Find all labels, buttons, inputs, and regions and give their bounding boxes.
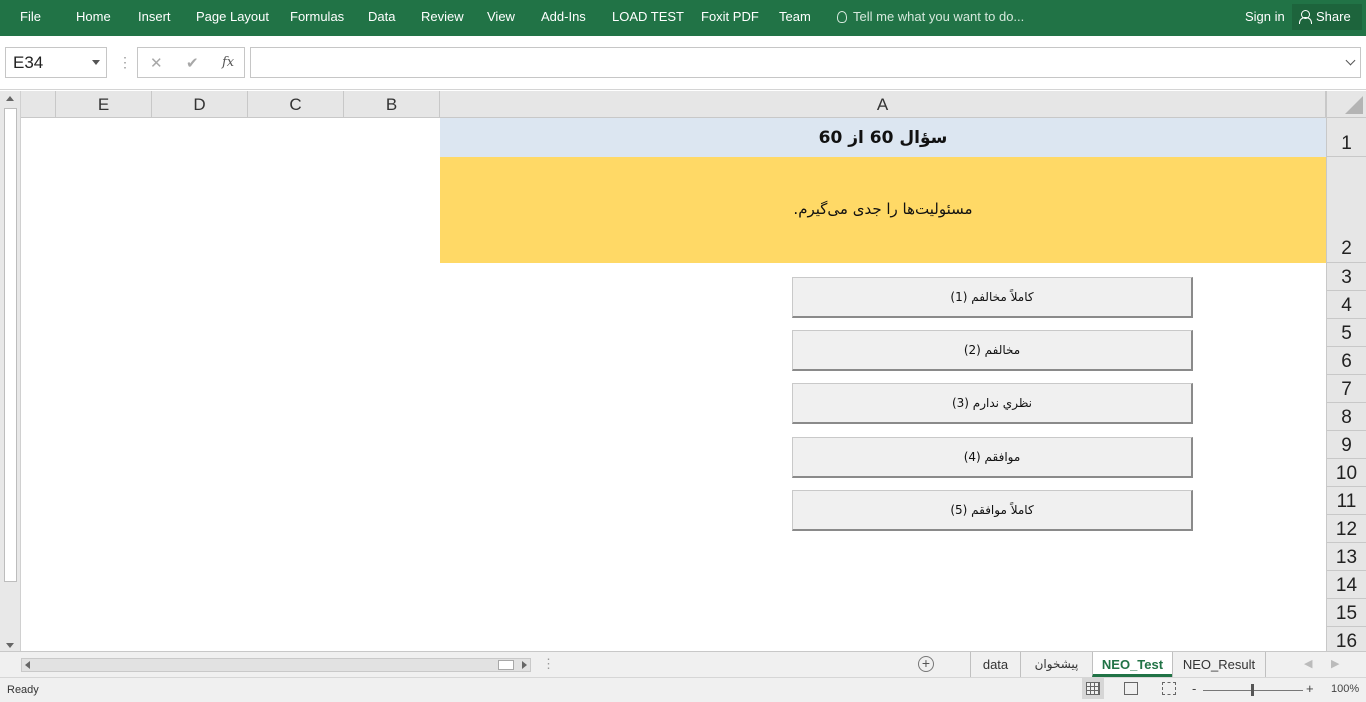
- zoom-level[interactable]: 100%: [1331, 683, 1359, 695]
- sheet-tab-bar: ⋮ + data پیشخوان NEO_Test NEO_Result ◀ ▶: [0, 651, 1366, 677]
- column-header-e[interactable]: E: [56, 91, 152, 118]
- scroll-left-icon[interactable]: [25, 661, 30, 669]
- ribbon-tab-bar: File Home Insert Page Layout Formulas Da…: [0, 0, 1366, 36]
- row-header-11[interactable]: 11: [1326, 487, 1366, 515]
- row-header-4[interactable]: 4: [1326, 291, 1366, 319]
- select-all-corner[interactable]: [1326, 91, 1366, 118]
- name-box[interactable]: E34: [5, 47, 107, 78]
- answer-button-3[interactable]: نظري ندارم (3): [792, 383, 1193, 424]
- scroll-right-icon[interactable]: [522, 661, 527, 669]
- horizontal-scroll-thumb[interactable]: [498, 660, 514, 670]
- question-counter-cell[interactable]: سؤال 60 از 60: [440, 118, 1326, 157]
- person-icon: [1299, 10, 1312, 24]
- tab-file[interactable]: File: [20, 9, 41, 24]
- row-header-3[interactable]: 3: [1326, 263, 1366, 291]
- column-header-c[interactable]: C: [248, 91, 344, 118]
- zoom-in-icon[interactable]: +: [1306, 681, 1314, 696]
- worksheet-grid[interactable]: E D C B A 1 2 3 4 5 6 7 8 9 10 11 12 13 …: [0, 91, 1366, 652]
- tab-home[interactable]: Home: [76, 9, 111, 24]
- row-header-14[interactable]: 14: [1326, 571, 1366, 599]
- column-header-d[interactable]: D: [152, 91, 248, 118]
- fx-icon[interactable]: fx: [222, 55, 234, 70]
- answer-button-4[interactable]: موافقم (4): [792, 437, 1193, 478]
- scroll-down-icon[interactable]: [6, 643, 14, 648]
- chevron-down-icon[interactable]: [92, 60, 100, 65]
- sheet-tab-dashboard[interactable]: پیشخوان: [1020, 652, 1092, 677]
- formula-bar-splitter[interactable]: ⋮: [118, 54, 132, 71]
- tab-scroll-left-icon[interactable]: ◀: [1304, 657, 1312, 670]
- tab-team[interactable]: Team: [779, 9, 811, 24]
- column-header-blank: [21, 91, 56, 118]
- row-header-6[interactable]: 6: [1326, 347, 1366, 375]
- tell-me-box[interactable]: Tell me what you want to do...: [837, 9, 1024, 24]
- expand-formula-icon[interactable]: [1345, 55, 1356, 66]
- name-box-value: E34: [13, 53, 44, 72]
- tab-view[interactable]: View: [487, 9, 515, 24]
- tab-review[interactable]: Review: [421, 9, 464, 24]
- page-break-view-icon[interactable]: [1162, 682, 1176, 695]
- row-header-7[interactable]: 7: [1326, 375, 1366, 403]
- zoom-slider-knob[interactable]: [1251, 684, 1254, 696]
- question-text-cell[interactable]: مسئولیت‌ها را جدی می‌گیرم.: [440, 157, 1326, 263]
- formula-bar: E34 ⋮ ✕ ✔ fx: [0, 36, 1366, 90]
- row-header-1[interactable]: 1: [1326, 118, 1366, 157]
- tab-foxit-pdf[interactable]: Foxit PDF: [701, 9, 759, 24]
- select-all-triangle-icon: [1345, 96, 1363, 114]
- tab-data[interactable]: Data: [368, 9, 395, 24]
- horizontal-scrollbar[interactable]: [21, 658, 531, 672]
- column-header-a[interactable]: A: [440, 91, 1326, 118]
- row-header-8[interactable]: 8: [1326, 403, 1366, 431]
- tab-scroll-right-icon[interactable]: ▶: [1331, 657, 1339, 670]
- sign-in-link[interactable]: Sign in: [1245, 9, 1285, 24]
- tell-me-text: Tell me what you want to do...: [853, 9, 1025, 24]
- tab-load-test[interactable]: LOAD TEST: [612, 9, 684, 24]
- answer-button-2[interactable]: مخالفم (2): [792, 330, 1193, 371]
- row-header-10[interactable]: 10: [1326, 459, 1366, 487]
- row-header-9[interactable]: 9: [1326, 431, 1366, 459]
- scroll-up-icon[interactable]: [6, 96, 14, 101]
- tab-page-layout[interactable]: Page Layout: [196, 9, 269, 24]
- normal-view-icon[interactable]: [1082, 678, 1104, 699]
- status-ready: Ready: [7, 684, 39, 696]
- formula-input[interactable]: [250, 47, 1361, 78]
- tab-insert[interactable]: Insert: [138, 9, 171, 24]
- cancel-icon[interactable]: ✕: [150, 54, 163, 72]
- row-header-13[interactable]: 13: [1326, 543, 1366, 571]
- answer-button-1[interactable]: كاملاً مخالفم (1): [792, 277, 1193, 318]
- column-header-b[interactable]: B: [344, 91, 440, 118]
- zoom-out-icon[interactable]: -: [1192, 681, 1196, 696]
- sheet-tab-neo-result[interactable]: NEO_Result: [1172, 652, 1266, 677]
- row-header-12[interactable]: 12: [1326, 515, 1366, 543]
- tab-add-ins[interactable]: Add-Ins: [541, 9, 586, 24]
- status-bar: Ready - + 100%: [0, 677, 1366, 702]
- page-layout-view-icon[interactable]: [1124, 682, 1138, 695]
- row-header-5[interactable]: 5: [1326, 319, 1366, 347]
- vertical-scrollbar[interactable]: [0, 91, 21, 651]
- share-label: Share: [1316, 9, 1351, 24]
- sheet-tab-neo-test[interactable]: NEO_Test: [1092, 652, 1172, 677]
- row-header-16[interactable]: 16: [1326, 627, 1366, 652]
- add-sheet-icon[interactable]: +: [918, 656, 934, 672]
- row-header-2[interactable]: 2: [1326, 157, 1366, 263]
- lightbulb-icon: [837, 11, 847, 23]
- share-button[interactable]: Share: [1292, 4, 1362, 30]
- formula-buttons: ✕ ✔ fx: [137, 47, 245, 78]
- tab-splitter[interactable]: ⋮: [542, 656, 555, 672]
- row-header-15[interactable]: 15: [1326, 599, 1366, 627]
- enter-icon[interactable]: ✔: [186, 54, 199, 72]
- answer-button-5[interactable]: كاملاً موافقم (5): [792, 490, 1193, 531]
- sheet-tab-data[interactable]: data: [970, 652, 1020, 677]
- tab-formulas[interactable]: Formulas: [290, 9, 344, 24]
- vertical-scroll-thumb[interactable]: [4, 108, 17, 582]
